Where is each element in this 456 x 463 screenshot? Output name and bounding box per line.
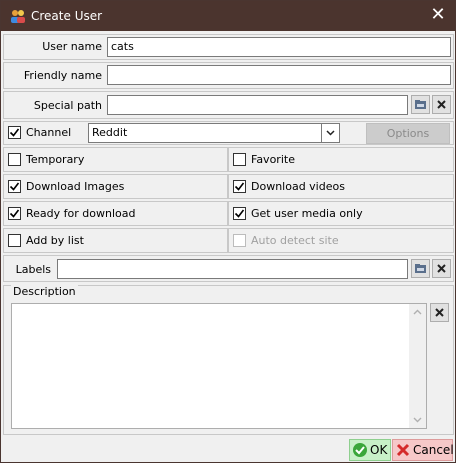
download-videos-cell: Download videos	[228, 174, 454, 199]
scroll-up-icon	[413, 309, 422, 315]
ready-for-download-cell: Ready for download	[3, 201, 228, 226]
users-icon	[11, 10, 25, 23]
close-icon[interactable]: ✕	[421, 1, 455, 31]
labels-label: Labels	[15, 263, 51, 276]
checkmark-icon	[353, 443, 367, 457]
check-icon	[9, 182, 20, 191]
labels-input[interactable]	[57, 259, 408, 279]
add-by-list-checkbox[interactable]	[8, 234, 21, 247]
ok-button[interactable]: OK	[349, 439, 391, 461]
auto-detect-site-label: Auto detect site	[251, 234, 339, 247]
ok-label: OK	[370, 443, 388, 457]
temporary-checkbox[interactable]	[8, 153, 21, 166]
create-user-dialog: Create User ✕ User name cats Friendly na…	[0, 0, 456, 463]
description-textarea[interactable]	[11, 303, 427, 429]
cancel-label: Cancel	[413, 443, 454, 457]
clear-path-button[interactable]	[432, 95, 451, 114]
special-path-label: Special path	[33, 99, 102, 112]
friendly-name-row: Friendly name	[3, 62, 454, 89]
favorite-cell: Favorite	[228, 147, 454, 172]
download-videos-label: Download videos	[251, 180, 345, 193]
special-path-row: Special path	[3, 91, 454, 119]
get-user-media-only-label: Get user media only	[251, 207, 363, 220]
options-button[interactable]: Options	[366, 123, 450, 144]
get-user-media-only-checkbox[interactable]	[233, 207, 246, 220]
clear-icon	[435, 308, 444, 317]
chevron-down-icon	[326, 130, 335, 136]
friendly-name-input[interactable]	[107, 65, 451, 85]
friendly-name-label: Friendly name	[23, 69, 102, 82]
auto-detect-site-checkbox[interactable]	[233, 234, 246, 247]
download-images-label: Download Images	[26, 180, 125, 193]
window-title: Create User	[31, 9, 103, 23]
description-scrollbar[interactable]	[409, 304, 426, 428]
clear-description-button[interactable]	[430, 303, 449, 322]
check-icon	[234, 182, 245, 191]
channel-label: Channel	[26, 126, 72, 139]
browse-folder-button[interactable]	[411, 95, 430, 114]
user-name-row: User name cats	[3, 34, 454, 60]
favorite-checkbox[interactable]	[233, 153, 246, 166]
channel-select[interactable]: Reddit	[88, 123, 340, 143]
get-user-media-only-cell: Get user media only	[228, 201, 454, 226]
add-by-list-cell: Add by list	[3, 228, 228, 253]
temporary-cell: Temporary	[3, 147, 228, 172]
special-path-input[interactable]	[107, 95, 408, 115]
folder-icon	[415, 100, 426, 109]
download-images-cell: Download Images	[3, 174, 228, 199]
add-by-list-label: Add by list	[26, 234, 84, 247]
clear-icon	[437, 264, 446, 273]
description-legend: Description	[11, 285, 78, 298]
channel-selected-value: Reddit	[92, 126, 128, 139]
cancel-button[interactable]: Cancel	[392, 439, 454, 461]
channel-row: Channel Reddit Options	[3, 121, 454, 145]
check-icon	[9, 209, 20, 218]
temporary-label: Temporary	[26, 153, 85, 166]
channel-dropdown[interactable]	[321, 123, 340, 143]
channel-checkbox[interactable]	[8, 126, 21, 139]
labels-edit-button[interactable]	[411, 259, 430, 278]
clear-icon	[437, 100, 446, 109]
download-images-checkbox[interactable]	[8, 180, 21, 193]
auto-detect-site-cell: Auto detect site	[228, 228, 454, 253]
title-bar: Create User ✕	[1, 1, 455, 31]
download-videos-checkbox[interactable]	[233, 180, 246, 193]
user-name-label: User name	[42, 40, 102, 53]
ready-for-download-label: Ready for download	[26, 207, 136, 220]
folder-icon	[415, 264, 426, 273]
favorite-label: Favorite	[251, 153, 295, 166]
check-icon	[234, 209, 245, 218]
check-icon	[9, 128, 20, 137]
labels-row: Labels	[3, 255, 454, 282]
clear-labels-button[interactable]	[432, 259, 451, 278]
user-name-input[interactable]: cats	[107, 37, 451, 57]
scroll-down-icon	[413, 417, 422, 423]
dialog-footer: OK Cancel	[1, 438, 455, 462]
ready-for-download-checkbox[interactable]	[8, 207, 21, 220]
cancel-x-icon	[396, 443, 410, 457]
